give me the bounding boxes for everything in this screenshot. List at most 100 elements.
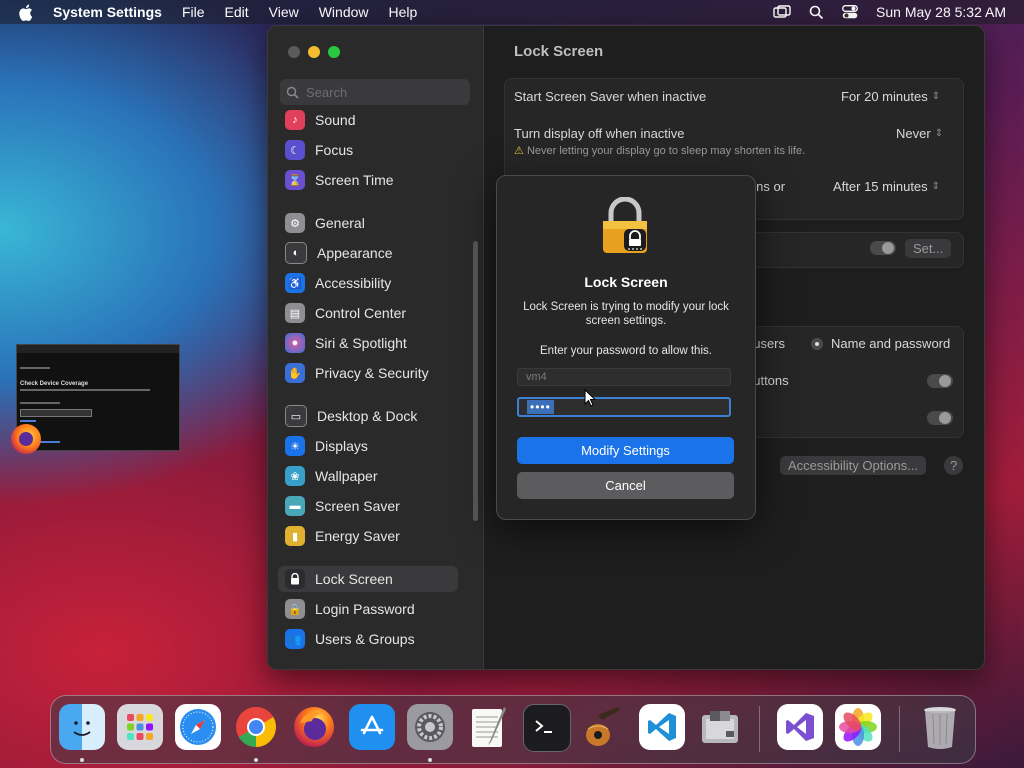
sidebar-item-label: General: [315, 215, 365, 231]
spotlight-search-icon[interactable]: [809, 5, 824, 20]
thumbnail-line: [20, 402, 60, 404]
edit-menu[interactable]: Edit: [225, 4, 249, 20]
photos-icon[interactable]: [835, 704, 881, 750]
sidebar-item-appearance[interactable]: ◐ Appearance: [278, 240, 458, 266]
system-settings-icon[interactable]: [407, 704, 453, 750]
require-password-value: After 15 minutes: [833, 179, 928, 194]
accessibility-options-button[interactable]: Accessibility Options...: [780, 456, 927, 475]
sidebar-item-lock-screen[interactable]: Lock Screen: [278, 566, 458, 592]
sidebar-item-label: Control Center: [315, 305, 407, 321]
running-indicator: [80, 758, 84, 762]
sidebar-item-label: Sound: [315, 112, 356, 128]
display-off-label: Turn display off when inactive: [514, 126, 685, 141]
sidebar-item-screen-time[interactable]: ⌛ Screen Time: [278, 167, 458, 193]
sidebar-item-general[interactable]: ⚙ General: [278, 210, 458, 236]
garageband-icon[interactable]: [581, 704, 627, 750]
sidebar-item-users-groups[interactable]: 👥 Users & Groups: [278, 626, 458, 652]
sidebar-item-energy-saver[interactable]: ▮ Energy Saver: [278, 523, 458, 549]
thumbnail-link: [20, 420, 36, 422]
modify-settings-button[interactable]: Modify Settings: [517, 437, 734, 464]
sidebar-item-control-center[interactable]: ▤ Control Center: [278, 300, 458, 326]
textedit-icon[interactable]: [465, 704, 511, 750]
control-center-icon: ▤: [285, 303, 305, 323]
battery-icon: ▮: [285, 526, 305, 546]
firefox-thumbnail-icon: [11, 424, 41, 454]
screen-time-icon: ⌛: [285, 170, 305, 190]
wallpaper-icon: ❀: [285, 466, 305, 486]
cancel-button[interactable]: Cancel: [517, 472, 734, 499]
username-field[interactable]: vm4: [517, 368, 731, 386]
apple-menu-icon[interactable]: [18, 4, 38, 21]
file-menu[interactable]: File: [182, 4, 205, 20]
focus-icon: ☾: [285, 140, 305, 160]
menubar-clock[interactable]: Sun May 28 5:32 AM: [876, 4, 1006, 20]
safari-icon[interactable]: [175, 704, 221, 750]
app-store-icon[interactable]: [349, 704, 395, 750]
hand-icon: ✋: [285, 363, 305, 383]
sidebar-item-screen-saver[interactable]: ▬ Screen Saver: [278, 493, 458, 519]
sidebar-item-focus[interactable]: ☾ Focus: [278, 137, 458, 163]
buttons-toggle[interactable]: [927, 374, 953, 388]
sidebar-item-sound[interactable]: ♪ Sound: [278, 107, 458, 133]
users-icon: 👥: [285, 629, 305, 649]
message-toggle[interactable]: [870, 241, 896, 255]
window-controls: [288, 46, 340, 58]
thumbnail-line: [20, 389, 150, 391]
warning-text: ⚠ Never letting your display go to sleep…: [514, 144, 805, 157]
terminal-icon[interactable]: [523, 704, 571, 752]
hints-toggle[interactable]: [927, 411, 953, 425]
sound-icon: ♪: [285, 110, 305, 130]
sidebar-item-siri-spotlight[interactable]: ● Siri & Spotlight: [278, 330, 458, 356]
page-title: Lock Screen: [514, 43, 604, 60]
chevron-up-down-icon: ⇕: [931, 181, 941, 192]
sidebar-item-label: Screen Saver: [315, 498, 400, 514]
firefox-icon[interactable]: [291, 704, 337, 750]
warning-message: Never letting your display go to sleep m…: [526, 145, 806, 157]
minimize-button[interactable]: [308, 46, 320, 58]
display-off-select[interactable]: Never ⇕: [896, 126, 943, 141]
sidebar-scrollbar[interactable]: [473, 241, 478, 521]
appearance-icon: ◐: [285, 242, 307, 264]
sidebar-item-label: Appearance: [317, 245, 393, 261]
sidebar-item-label: Screen Time: [315, 172, 394, 188]
password-field[interactable]: ••••: [517, 397, 731, 417]
window-menu[interactable]: Window: [319, 4, 369, 20]
visual-studio-icon[interactable]: [777, 704, 823, 750]
trash-icon[interactable]: [917, 704, 963, 750]
dialog-message: Lock Screen is trying to modify your loc…: [523, 301, 729, 327]
boot-camp-icon[interactable]: [697, 704, 743, 750]
thumbnail-field: [20, 409, 92, 417]
mouse-cursor-icon: [584, 388, 597, 412]
sidebar-item-wallpaper[interactable]: ❀ Wallpaper: [278, 463, 458, 489]
view-menu[interactable]: View: [269, 4, 299, 20]
name-password-radio[interactable]: Name and password: [811, 336, 950, 351]
screen-saver-select[interactable]: For 20 minutes ⇕: [841, 89, 940, 104]
screen-mirroring-icon[interactable]: [773, 5, 791, 19]
sidebar-item-label: Accessibility: [315, 275, 392, 291]
gear-icon: ⚙: [285, 213, 305, 233]
sidebar-item-label: Siri & Spotlight: [315, 335, 407, 351]
zoom-button[interactable]: [328, 46, 340, 58]
sidebar-item-label: Displays: [315, 438, 368, 454]
sidebar-item-accessibility[interactable]: ♿ Accessibility: [278, 270, 458, 296]
set-button[interactable]: Set...: [905, 239, 952, 258]
require-password-select[interactable]: After 15 minutes ⇕: [833, 179, 940, 194]
dialog-prompt: Enter your password to allow this.: [540, 345, 712, 357]
control-center-menu-icon[interactable]: [842, 5, 858, 19]
finder-icon[interactable]: [59, 704, 105, 750]
help-button[interactable]: ?: [944, 456, 964, 475]
sidebar-item-desktop-dock[interactable]: ▭ Desktop & Dock: [278, 403, 458, 429]
chevron-up-down-icon: ⇕: [931, 91, 941, 102]
launchpad-icon[interactable]: [117, 704, 163, 750]
chrome-icon[interactable]: [233, 704, 279, 750]
sidebar-item-login-password[interactable]: 🔒 Login Password: [278, 596, 458, 622]
app-name-menu[interactable]: System Settings: [53, 4, 162, 20]
close-button[interactable]: [288, 46, 300, 58]
thumbnail-tab-bar: [17, 345, 179, 353]
sidebar-item-displays[interactable]: ☀ Displays: [278, 433, 458, 459]
sidebar-item-label: Energy Saver: [315, 528, 400, 544]
vscode-icon[interactable]: [639, 704, 685, 750]
sidebar-item-privacy-security[interactable]: ✋ Privacy & Security: [278, 360, 458, 386]
help-menu[interactable]: Help: [389, 4, 418, 20]
search-input[interactable]: Search: [280, 79, 470, 105]
